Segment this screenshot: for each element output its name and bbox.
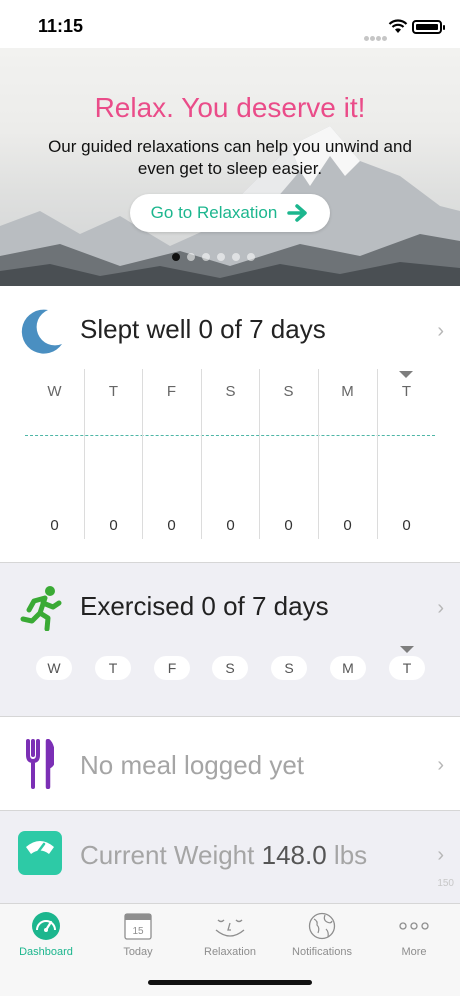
tab-label: More bbox=[401, 946, 427, 958]
moon-icon bbox=[21, 309, 62, 354]
tab-notifications[interactable]: Notifications bbox=[276, 910, 368, 966]
page-dot[interactable] bbox=[232, 253, 240, 261]
wifi-icon bbox=[388, 19, 408, 33]
today-marker-icon bbox=[399, 371, 413, 378]
arrow-right-icon bbox=[287, 204, 308, 222]
button-label: Go to Relaxation bbox=[150, 203, 278, 222]
go-to-relaxation-button[interactable]: Go to Relaxation bbox=[130, 194, 330, 232]
page-dot[interactable] bbox=[217, 253, 225, 261]
sleep-day-label: M bbox=[341, 383, 354, 400]
globe-icon bbox=[308, 912, 336, 940]
exercise-card[interactable]: Exercised 0 of 7 days › WTFSSMT bbox=[0, 563, 460, 717]
exercise-day-pill: T bbox=[95, 656, 131, 680]
exercise-title: Exercised 0 of 7 days bbox=[80, 591, 329, 621]
tab-dashboard[interactable]: Dashboard bbox=[0, 910, 92, 966]
gauge-icon bbox=[32, 912, 60, 940]
battery-icon bbox=[412, 20, 445, 34]
sleep-day-value: 0 bbox=[109, 517, 118, 534]
weight-card[interactable]: Current Weight 148.0 lbs › 150 bbox=[0, 811, 460, 903]
tab-label: Dashboard bbox=[19, 946, 73, 958]
sleep-day-value: 0 bbox=[402, 517, 411, 534]
weight-unit: lbs bbox=[333, 840, 368, 870]
status-bar: 11:15 bbox=[0, 0, 460, 48]
svg-text:15: 15 bbox=[132, 926, 144, 937]
tab-label: Notifications bbox=[292, 946, 352, 958]
sleep-day-value: 0 bbox=[343, 517, 352, 534]
page-dot[interactable] bbox=[172, 253, 180, 261]
chevron-right-icon: › bbox=[437, 320, 444, 342]
tab-more[interactable]: More bbox=[368, 910, 460, 966]
sleep-card[interactable]: Slept well 0 of 7 days › W 0 T 0 F 0 S 0 S 0 M 0 T 0 bbox=[0, 286, 460, 563]
exercise-day-pill: S bbox=[212, 656, 248, 680]
page-dot[interactable] bbox=[247, 253, 255, 261]
sleep-day-label: T bbox=[401, 383, 412, 400]
meal-card[interactable]: No meal logged yet › bbox=[0, 717, 460, 811]
weight-title: Current Weight 148.0 lbs bbox=[80, 840, 367, 871]
sleep-day-value: 0 bbox=[50, 517, 59, 534]
weight-corner-note: 150 bbox=[437, 878, 454, 889]
sleep-day-label: W bbox=[47, 383, 62, 400]
exercise-day-pill: W bbox=[36, 656, 72, 680]
banner-subtitle: Our guided relaxations can help you unwi… bbox=[48, 137, 412, 178]
home-indicator bbox=[148, 980, 312, 985]
chevron-right-icon: › bbox=[437, 597, 444, 619]
tab-today[interactable]: 15 Today bbox=[92, 910, 184, 966]
exercise-day-pill: S bbox=[271, 656, 307, 680]
sleep-day-label: S bbox=[225, 383, 236, 400]
sleep-title: Slept well 0 of 7 days bbox=[80, 314, 326, 344]
exercise-day-pill: F bbox=[154, 656, 190, 680]
tab-relaxation[interactable]: Relaxation bbox=[184, 910, 276, 966]
smile-face-icon bbox=[215, 919, 245, 937]
relaxation-banner[interactable]: Relax. You deserve it! Our guided relaxa… bbox=[0, 48, 460, 286]
exercise-day-pill: T bbox=[389, 656, 425, 680]
chevron-right-icon: › bbox=[437, 754, 444, 776]
tab-label: Relaxation bbox=[204, 946, 256, 958]
page-dot[interactable] bbox=[187, 253, 195, 261]
running-person-icon bbox=[20, 586, 62, 631]
sleep-day-label: S bbox=[283, 383, 294, 400]
scale-icon bbox=[18, 831, 62, 875]
status-time: 11:15 bbox=[38, 16, 84, 36]
page-dot[interactable] bbox=[202, 253, 210, 261]
sleep-week-grid: W 0 T 0 F 0 S 0 S 0 M 0 T 0 bbox=[25, 369, 435, 539]
sleep-day-value: 0 bbox=[226, 517, 235, 534]
exercise-day-pill: M bbox=[330, 656, 366, 680]
meal-title: No meal logged yet bbox=[80, 750, 305, 780]
tab-label: Today bbox=[123, 946, 153, 958]
sleep-day-value: 0 bbox=[167, 517, 176, 534]
page-indicator[interactable] bbox=[172, 253, 255, 261]
sleep-day-label: T bbox=[108, 383, 119, 400]
fork-knife-icon bbox=[26, 739, 54, 789]
sleep-day-value: 0 bbox=[284, 517, 293, 534]
more-dots-icon bbox=[399, 922, 429, 930]
sleep-day-label: F bbox=[166, 383, 177, 400]
weight-value: 148.0 bbox=[261, 840, 327, 870]
calendar-icon: 15 bbox=[124, 913, 152, 940]
weight-label: Current Weight bbox=[80, 840, 255, 870]
chevron-right-icon: › bbox=[437, 844, 444, 866]
cellular-signal-icon bbox=[364, 28, 388, 46]
today-marker-icon bbox=[400, 646, 414, 653]
sleep-goal-line bbox=[25, 435, 435, 436]
banner-title: Relax. You deserve it! bbox=[94, 92, 366, 123]
